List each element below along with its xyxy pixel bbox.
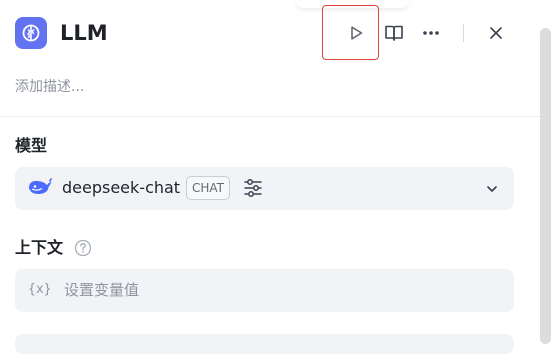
deepseek-whale-icon: [28, 178, 53, 195]
model-section-label: 模型: [15, 136, 48, 155]
question-circle-icon[interactable]: [74, 239, 92, 257]
node-title[interactable]: LLM: [60, 19, 108, 47]
vertical-scrollbar[interactable]: [540, 28, 551, 344]
sliders-icon[interactable]: [243, 178, 263, 198]
top-tab-edge: [296, 0, 409, 8]
context-section-label: 上下文: [15, 238, 64, 257]
context-variable-input[interactable]: {x} 设置变量值: [15, 269, 514, 312]
model-name: deepseek-chat: [62, 178, 181, 197]
next-section-box: [15, 334, 514, 354]
docs-button[interactable]: [378, 17, 410, 49]
model-selector[interactable]: deepseek-chat CHAT: [15, 167, 514, 210]
close-button[interactable]: [480, 17, 512, 49]
more-icon: [423, 31, 439, 35]
close-icon: [490, 27, 502, 39]
run-button[interactable]: [340, 17, 372, 49]
header-divider: [0, 116, 540, 117]
llm-brain-icon: [15, 17, 47, 49]
node-panel: LLM 添加描述... 模型 deepseek-chat CHAT 上下文 {x…: [0, 0, 540, 354]
variable-icon: {x}: [28, 282, 52, 297]
description-placeholder[interactable]: 添加描述...: [15, 77, 84, 97]
header-separator: [463, 24, 464, 42]
chevron-down-icon: [487, 186, 497, 192]
more-button[interactable]: [415, 17, 447, 49]
model-type-badge: CHAT: [186, 176, 231, 200]
variable-placeholder: 设置变量值: [64, 281, 140, 299]
run-icon: [351, 26, 363, 40]
book-icon: [385, 25, 403, 41]
